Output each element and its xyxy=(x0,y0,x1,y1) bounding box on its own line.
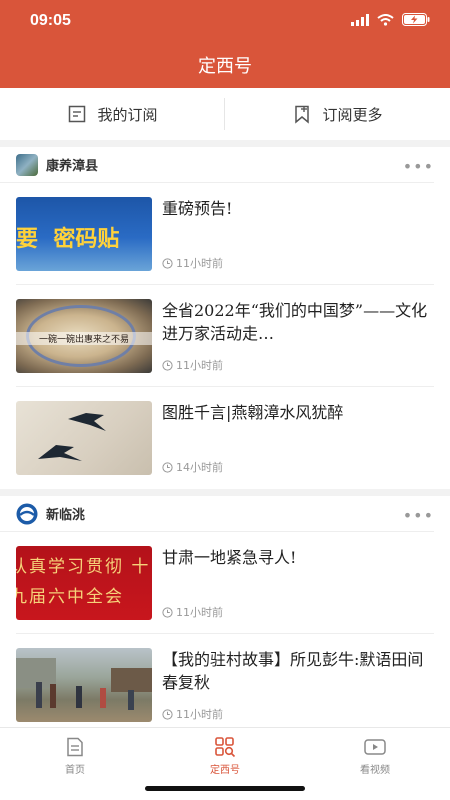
thumbnail-caption: 要 密码贴 xyxy=(16,226,120,252)
tab-video-label: 看视频 xyxy=(360,765,390,776)
status-time: 09:05 xyxy=(30,12,71,29)
channel-logo-kangyang xyxy=(16,153,38,176)
page-title: 定西号 xyxy=(198,56,252,77)
status-bar: 09:05 xyxy=(0,0,450,44)
news-thumbnail xyxy=(16,401,152,475)
subscription-tabs: 我的订阅 订阅更多 xyxy=(0,88,450,140)
channel-header[interactable]: 新临洮 ••• xyxy=(0,496,434,532)
news-time: 11小时前 xyxy=(176,708,223,721)
news-meta: 14小时前 xyxy=(162,459,223,475)
clock-icon xyxy=(162,257,173,269)
news-meta: 11小时前 xyxy=(162,357,223,373)
channel-name: 康养漳县 xyxy=(46,159,99,174)
tab-subscribe-more-label: 订阅更多 xyxy=(322,105,383,124)
app-header: 09:05 定西号 xyxy=(0,0,450,88)
tab-divider xyxy=(224,98,225,130)
signal-icon xyxy=(351,13,369,26)
news-title: 图胜千言|燕翱漳水风犹醉 xyxy=(162,403,344,422)
news-title: 全省2022年“我们的中国梦”——文化进万家活动走… xyxy=(162,301,428,343)
news-item[interactable]: 图胜千言|燕翱漳水风犹醉 14小时前 xyxy=(16,387,434,489)
clock-icon xyxy=(162,461,173,473)
tab-my-subscriptions-label: 我的订阅 xyxy=(97,105,158,124)
news-time: 11小时前 xyxy=(176,606,223,619)
thumbnail-caption: 认真学习贯彻 十九届六中全会 xyxy=(16,557,151,607)
news-meta: 11小时前 xyxy=(162,706,223,722)
home-doc-icon xyxy=(67,737,83,757)
clock-icon xyxy=(162,708,173,720)
more-options-icon[interactable]: ••• xyxy=(403,157,434,176)
channel-header[interactable]: 康养漳县 ••• xyxy=(0,147,434,183)
tab-dingxihao-label: 定西号 xyxy=(210,765,240,776)
news-meta: 11小时前 xyxy=(162,255,223,271)
grid-search-icon xyxy=(215,737,236,758)
news-item[interactable]: 【我的驻村故事】所见彭牛:默语田间春复秋 11小时前 xyxy=(16,634,434,736)
clock-icon xyxy=(162,606,173,618)
battery-charging-icon xyxy=(402,13,430,26)
tab-subscribe-more[interactable]: 订阅更多 xyxy=(225,88,450,140)
home-indicator xyxy=(145,786,305,791)
tab-home[interactable]: 首页 xyxy=(0,728,150,800)
news-item[interactable]: 要 密码贴 重磅预告! 11小时前 xyxy=(16,183,434,285)
news-time: 11小时前 xyxy=(176,359,223,372)
channel-section: 康养漳县 ••• 要 密码贴 重磅预告! 11小时前 一碗一碗出惠来之不易 全省… xyxy=(0,147,450,489)
news-thumbnail: 认真学习贯彻 十九届六中全会 xyxy=(16,546,152,620)
subscription-list-icon xyxy=(69,105,86,123)
news-thumbnail: 一碗一碗出惠来之不易 xyxy=(16,299,152,373)
news-title: 甘肃一地紧急寻人! xyxy=(162,548,297,567)
swallow-birds-image xyxy=(38,413,106,461)
news-meta: 11小时前 xyxy=(162,604,223,620)
news-time: 14小时前 xyxy=(176,461,223,474)
status-icons xyxy=(351,13,430,26)
village-photo-image xyxy=(16,658,152,710)
channel-name: 新临洮 xyxy=(46,508,86,523)
news-time: 11小时前 xyxy=(176,257,223,270)
news-thumbnail: 要 密码贴 xyxy=(16,197,152,271)
tab-my-subscriptions[interactable]: 我的订阅 xyxy=(0,88,225,140)
thumbnail-caption: 一碗一碗出惠来之不易 xyxy=(16,332,152,345)
more-options-icon[interactable]: ••• xyxy=(403,506,434,525)
channel-section: 新临洮 ••• 认真学习贯彻 十九届六中全会 甘肃一地紧急寻人! 11小时前 【… xyxy=(0,496,450,736)
channel-logo-xinlintao xyxy=(16,503,38,524)
news-title: 重磅预告! xyxy=(162,199,233,218)
clock-icon xyxy=(162,359,173,371)
tab-video[interactable]: 看视频 xyxy=(300,728,450,800)
tab-home-label: 首页 xyxy=(65,765,85,776)
video-play-icon xyxy=(364,739,386,755)
feed-list: 康养漳县 ••• 要 密码贴 重磅预告! 11小时前 一碗一碗出惠来之不易 全省… xyxy=(0,147,450,736)
news-item[interactable]: 认真学习贯彻 十九届六中全会 甘肃一地紧急寻人! 11小时前 xyxy=(16,532,434,634)
news-thumbnail xyxy=(16,648,152,722)
news-title: 【我的驻村故事】所见彭牛:默语田间春复秋 xyxy=(162,650,424,692)
bookmark-add-icon xyxy=(295,105,310,124)
wifi-icon xyxy=(377,13,394,26)
news-item[interactable]: 一碗一碗出惠来之不易 全省2022年“我们的中国梦”——文化进万家活动走… 11… xyxy=(16,285,434,387)
